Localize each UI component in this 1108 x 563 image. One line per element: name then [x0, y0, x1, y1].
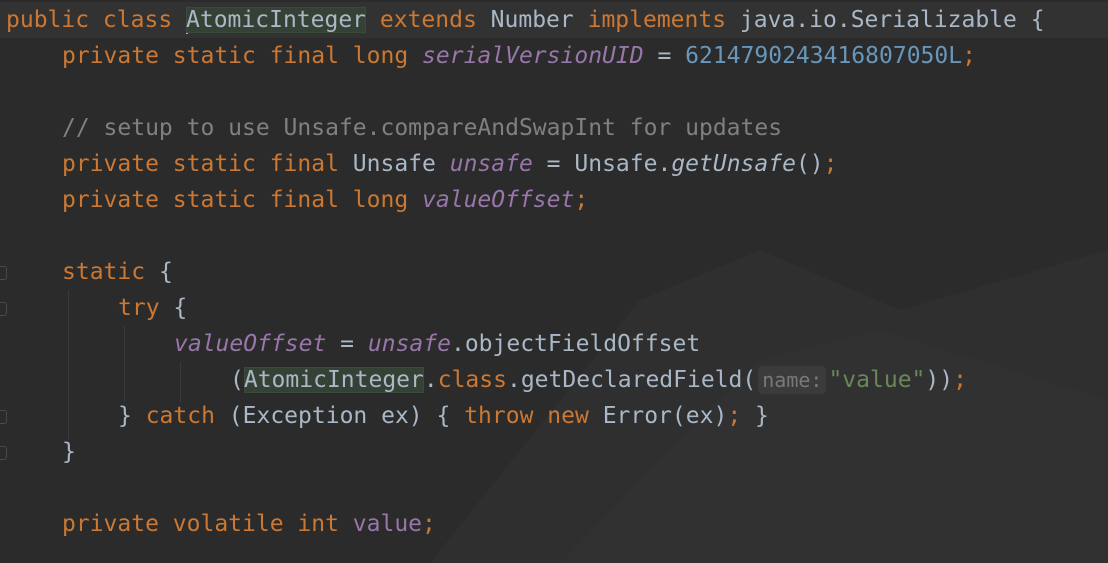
keyword-token: throw new	[464, 403, 603, 429]
indent-guide	[180, 362, 181, 402]
code-line-11[interactable]: (AtomicInteger.class.getDeclaredField(na…	[230, 362, 967, 398]
semicolon: ;	[823, 151, 838, 177]
type-token[interactable]: java.io.Serializable {	[740, 7, 1045, 33]
keyword-token: implements	[573, 7, 740, 33]
operator-token: =	[326, 331, 368, 357]
keyword-token: private static final long	[62, 187, 423, 213]
parameter-hint: name:	[758, 366, 827, 394]
code-line-6[interactable]: private static final long valueOffset;	[62, 182, 588, 218]
operator-token: .	[423, 367, 438, 393]
semicolon: ;	[574, 187, 589, 213]
brace-token: {	[158, 259, 173, 285]
keyword-token: private static final long	[62, 43, 423, 69]
method-token[interactable]: .getDeclaredField(	[507, 367, 756, 393]
type-token[interactable]: Number	[491, 7, 574, 33]
string-literal: "value"	[828, 367, 926, 393]
paren-token: ))	[925, 367, 954, 393]
fold-marker-icon[interactable]	[0, 446, 7, 460]
class-name-token[interactable]: AtomicInteger	[243, 367, 424, 393]
class-name-token[interactable]: AtomicInteger	[186, 7, 367, 33]
type-token[interactable]: Error(ex)	[603, 403, 728, 429]
brace-token: {	[173, 295, 188, 321]
fold-marker-icon[interactable]	[0, 302, 7, 316]
field-token[interactable]: unsafe	[368, 331, 451, 357]
keyword-token: try	[118, 295, 174, 321]
field-token[interactable]: value	[353, 511, 422, 537]
code-line-12[interactable]: } catch (Exception ex) { throw new Error…	[118, 398, 769, 434]
number-literal: 6214790243416807050L	[685, 43, 963, 69]
brace-token: }	[741, 403, 769, 429]
indent-guide	[124, 326, 125, 402]
keyword-token: private volatile int	[62, 511, 353, 537]
method-token[interactable]: .objectFieldOffset	[451, 331, 700, 357]
method-token[interactable]: getUnsafe	[671, 151, 796, 177]
type-token[interactable]: (Exception ex) {	[229, 403, 464, 429]
code-line-10[interactable]: valueOffset = unsafe.objectFieldOffset	[174, 326, 700, 362]
code-line-9[interactable]: try {	[118, 290, 187, 326]
code-line-2[interactable]: private static final long serialVersionU…	[62, 38, 976, 74]
code-line-5[interactable]: private static final Unsafe unsafe = Uns…	[62, 146, 838, 182]
field-token[interactable]: serialVersionUID	[422, 43, 644, 69]
type-token[interactable]: Unsafe	[353, 151, 450, 177]
paren-token: ()	[795, 151, 824, 177]
keyword-token: private static final	[62, 151, 353, 177]
semicolon: ;	[953, 367, 967, 393]
paren-token: (	[230, 367, 244, 393]
semicolon: ;	[422, 511, 436, 537]
field-token[interactable]: valueOffset	[174, 331, 326, 357]
brace-token: }	[118, 403, 146, 429]
code-line-13[interactable]: }	[62, 434, 76, 470]
fold-marker-icon[interactable]	[0, 410, 7, 424]
keyword-token: catch	[145, 403, 229, 429]
keyword-token: public class	[6, 7, 187, 33]
keyword-token: class	[437, 367, 507, 393]
operator-token: = Unsafe.	[532, 151, 672, 177]
keyword-token: extends	[366, 7, 491, 33]
brace-token: }	[62, 439, 76, 465]
field-token[interactable]: unsafe	[450, 151, 533, 177]
semicolon: ;	[727, 403, 742, 429]
comment-token: // setup to use Unsafe.compareAndSwapInt…	[62, 115, 783, 141]
code-line-8[interactable]: static {	[62, 254, 173, 290]
field-token[interactable]: valueOffset	[422, 187, 574, 213]
code-line-1[interactable]: public class AtomicInteger extends Numbe…	[0, 2, 1108, 38]
fold-marker-icon[interactable]	[0, 266, 7, 280]
code-line-15[interactable]: private volatile int value;	[62, 506, 436, 542]
semicolon: ;	[962, 43, 976, 69]
indent-guide	[68, 290, 69, 440]
keyword-token: static	[62, 259, 159, 285]
operator-token: =	[643, 43, 686, 69]
code-editor[interactable]: public class AtomicInteger extends Numbe…	[0, 0, 1108, 563]
code-line-4[interactable]: // setup to use Unsafe.compareAndSwapInt…	[62, 110, 782, 146]
